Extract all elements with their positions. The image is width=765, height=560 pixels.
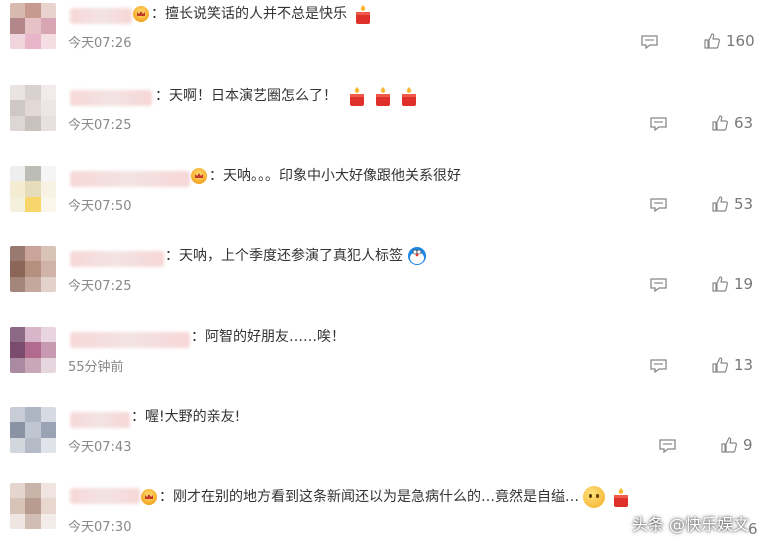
username-redacted[interactable] [70, 332, 190, 348]
reply-icon[interactable] [641, 35, 658, 49]
comment-time: 今天07:25 [68, 118, 132, 133]
candle-icon [402, 87, 416, 106]
vip-crown-icon [191, 168, 207, 184]
comment-item: ：喔!大野的亲友! 今天07:43 9 [0, 404, 765, 484]
reply-icon[interactable] [650, 117, 667, 131]
like-icon[interactable] [712, 115, 728, 131]
avatar[interactable] [10, 166, 56, 212]
reply-icon[interactable] [650, 278, 667, 292]
like-icon[interactable] [721, 437, 737, 453]
like-icon[interactable] [712, 357, 728, 373]
comment-item: ：擅长说笑话的人并不总是快乐 今天07:26 160 [0, 0, 765, 80]
username-redacted[interactable] [70, 488, 140, 504]
candle-icon [376, 87, 390, 106]
candle-icon [350, 87, 364, 106]
avatar[interactable] [10, 246, 56, 292]
comment-text: ：刚才在别的地方看到这条新闻还以为是急病什么的…竟然是自缢… [159, 489, 579, 505]
comment-text: ：喔!大野的亲友! [131, 409, 241, 425]
avatar[interactable] [10, 3, 56, 49]
like-count: 6 [748, 520, 758, 538]
reply-icon[interactable] [650, 359, 667, 373]
comment-time: 今天07:25 [68, 279, 132, 294]
avatar[interactable] [10, 483, 56, 529]
vip-crown-icon [133, 6, 149, 22]
doraemon-icon [408, 247, 426, 265]
comment-time: 55分钟前 [68, 360, 124, 375]
comment-time: 今天07:43 [68, 440, 132, 455]
username-redacted[interactable] [70, 90, 152, 106]
like-count: 63 [734, 114, 754, 132]
username-redacted[interactable] [70, 8, 132, 24]
comment-text: ：擅长说笑话的人并不总是快乐 [151, 6, 347, 22]
avatar[interactable] [10, 327, 56, 373]
candle-icon [614, 488, 628, 507]
username-redacted[interactable] [70, 171, 190, 187]
comment-time: 今天07:30 [68, 520, 132, 535]
vip-crown-icon [141, 489, 157, 505]
comment-item: ：天呐，上个季度还参演了真犯人标签 今天07:25 19 [0, 243, 765, 323]
comment-text: ：天啊！日本演艺圈怎么了！ [155, 88, 337, 104]
username-redacted[interactable] [70, 251, 164, 267]
like-icon[interactable] [712, 196, 728, 212]
like-count: 160 [726, 32, 755, 50]
comment-item: ：阿智的好朋友……唉！ 55分钟前 13 [0, 324, 765, 404]
reply-icon[interactable] [659, 439, 676, 453]
like-icon[interactable] [704, 33, 720, 49]
username-redacted[interactable] [70, 412, 130, 428]
sad-face-icon [583, 486, 605, 508]
like-icon[interactable] [712, 276, 728, 292]
watermark: 头条 @快乐娱文 [631, 515, 749, 534]
like-count: 53 [734, 195, 754, 213]
comment-time: 今天07:50 [68, 199, 132, 214]
comment-text: ：阿智的好朋友……唉！ [191, 329, 345, 345]
comment-item: ：天啊！日本演艺圈怎么了！ 今天07:25 63 [0, 82, 765, 162]
like-count: 13 [734, 356, 754, 374]
reply-icon[interactable] [650, 198, 667, 212]
avatar[interactable] [10, 85, 56, 131]
comment-time: 今天07:26 [68, 36, 132, 51]
comment-item: ：天呐。。。印象中小大好像跟他关系很好 今天07:50 53 [0, 163, 765, 243]
comment-text: ：天呐。。。印象中小大好像跟他关系很好 [209, 168, 461, 184]
like-count: 19 [734, 275, 754, 293]
candle-icon [356, 5, 370, 24]
like-count: 9 [743, 436, 753, 454]
avatar[interactable] [10, 407, 56, 453]
comment-text: ：天呐，上个季度还参演了真犯人标签 [165, 248, 403, 264]
